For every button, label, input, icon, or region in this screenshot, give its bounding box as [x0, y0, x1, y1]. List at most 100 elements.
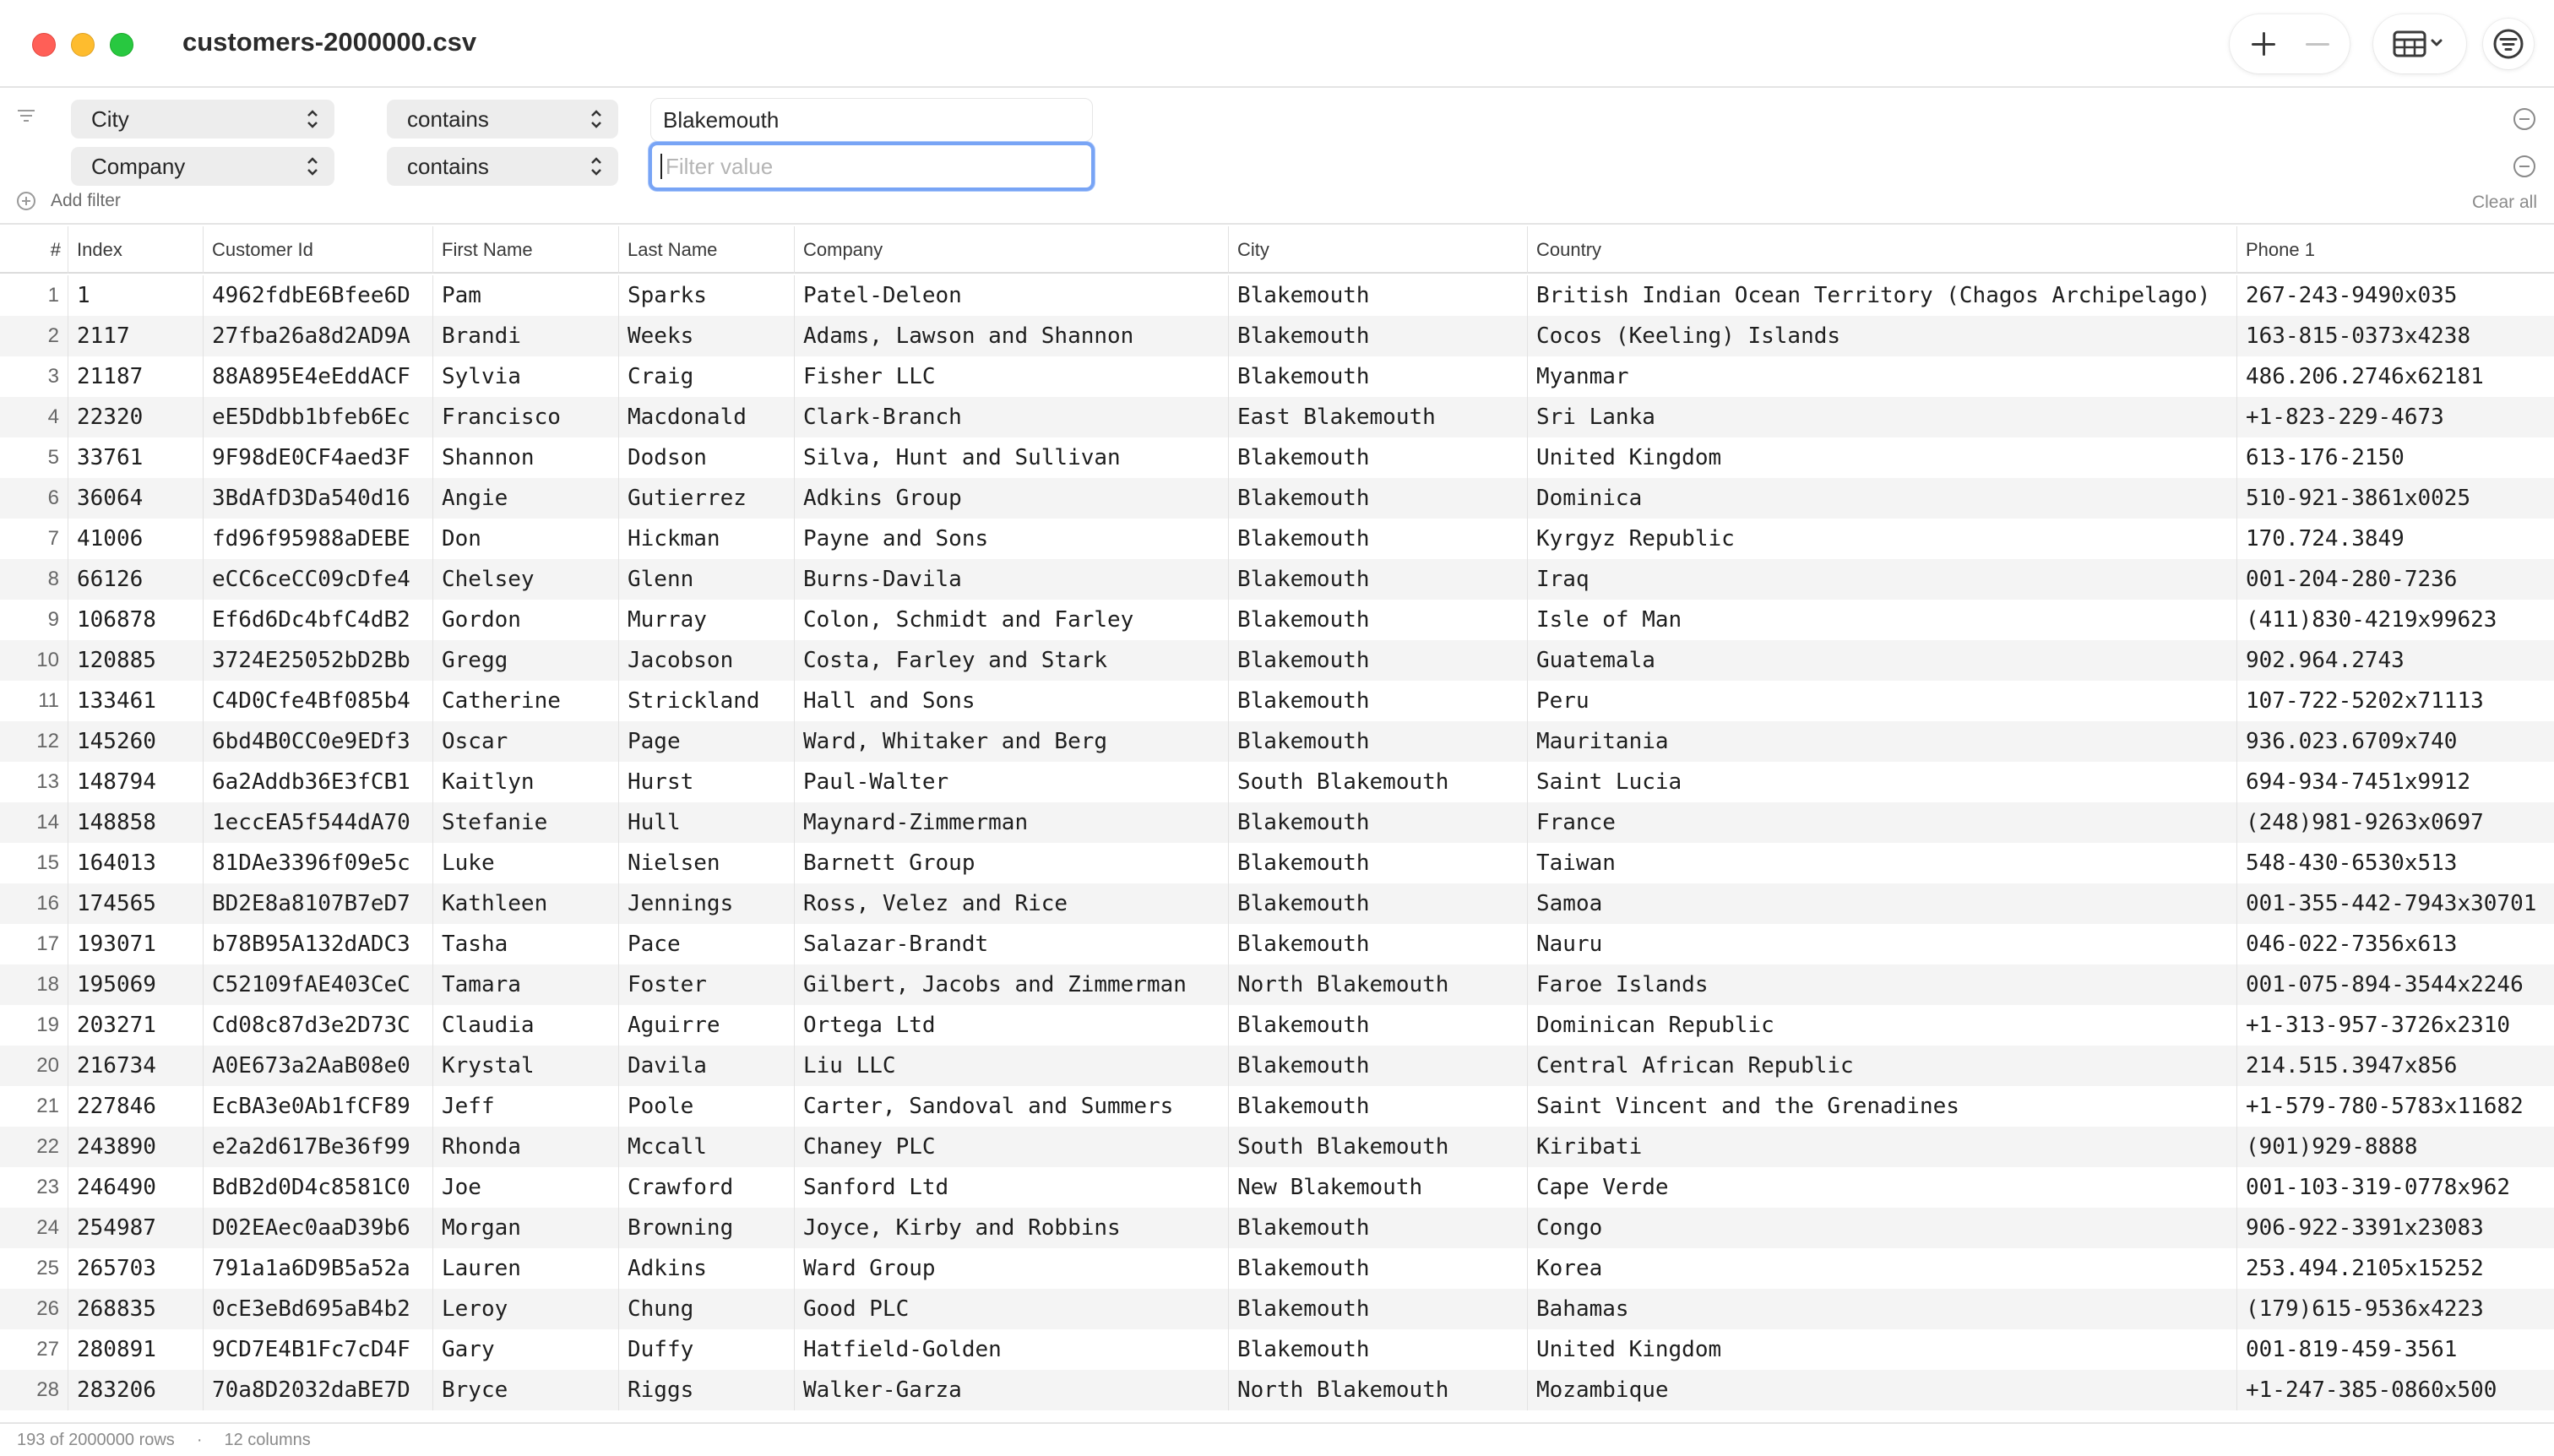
table-cell[interactable]: Maynard-Zimmerman	[794, 802, 1228, 843]
table-cell[interactable]: South Blakemouth	[1228, 1127, 1527, 1167]
table-cell[interactable]: Central African Republic	[1527, 1046, 2236, 1086]
table-cell[interactable]: Hatfield-Golden	[794, 1329, 1228, 1370]
table-row[interactable]: 6 36064 3BdAfD3Da540d16 Angie Gutierrez Adkin…	[0, 478, 2554, 519]
table-cell[interactable]: British Indian Ocean Territory (Chagos A…	[1527, 275, 2236, 316]
filter-1-operator-select[interactable]: contains	[387, 100, 618, 139]
table-cell[interactable]: Foster	[618, 964, 794, 1005]
table-cell[interactable]: Claudia	[432, 1005, 618, 1046]
table-cell[interactable]: eCC6ceCC09cDfe4	[203, 559, 432, 600]
table-cell[interactable]: Mauritania	[1527, 721, 2236, 762]
column-header[interactable]: Phone 1	[2236, 226, 2554, 274]
table-cell[interactable]: 001-819-459-3561	[2236, 1329, 2554, 1370]
table-cell[interactable]: 145260	[68, 721, 203, 762]
table-row[interactable]: 2 2117 27fba26a8d2AD9A Brandi Weeks Adams, La…	[0, 316, 2554, 356]
table-cell[interactable]: Paul-Walter	[794, 762, 1228, 802]
table-cell[interactable]: 265703	[68, 1248, 203, 1289]
table-row[interactable]: 13 148794 6a2Addb36E3fCB1 Kaitlyn Hurst Paul-…	[0, 762, 2554, 802]
table-cell[interactable]: Morgan	[432, 1208, 618, 1248]
table-cell[interactable]: C4D0Cfe4Bf085b4	[203, 681, 432, 721]
table-cell[interactable]: Oscar	[432, 721, 618, 762]
table-cell[interactable]: 164013	[68, 843, 203, 883]
table-row[interactable]: 3 21187 88A895E4eEddACF Sylvia Craig Fisher L…	[0, 356, 2554, 397]
table-cell[interactable]: Dominican Republic	[1527, 1005, 2236, 1046]
table-cell[interactable]: Jacobson	[618, 640, 794, 681]
table-cell[interactable]: 70a8D2032daBE7D	[203, 1370, 432, 1410]
table-cell[interactable]: C52109fAE403CeC	[203, 964, 432, 1005]
table-cell[interactable]: Kaitlyn	[432, 762, 618, 802]
column-header[interactable]: First Name	[432, 226, 618, 274]
table-cell[interactable]: Hall and Sons	[794, 681, 1228, 721]
table-cell[interactable]: 9F98dE0CF4aed3F	[203, 437, 432, 478]
table-cell[interactable]: 1eccEA5f544dA70	[203, 802, 432, 843]
table-cell[interactable]: 001-355-442-7943x30701	[2236, 883, 2554, 924]
table-cell[interactable]: Kiribati	[1527, 1127, 2236, 1167]
table-cell[interactable]: 001-204-280-7236	[2236, 559, 2554, 600]
table-cell[interactable]: Saint Lucia	[1527, 762, 2236, 802]
table-row[interactable]: 23 246490 BdB2d0D4c8581C0 Joe Crawford Sanfor…	[0, 1167, 2554, 1208]
table-cell[interactable]: Salazar-Brandt	[794, 924, 1228, 964]
table-cell[interactable]: 148858	[68, 802, 203, 843]
clear-all-button[interactable]: Clear all	[2472, 193, 2537, 213]
table-cell[interactable]: Francisco	[432, 397, 618, 437]
table-cell[interactable]: Blakemouth	[1228, 559, 1527, 600]
column-header[interactable]: #	[0, 226, 68, 274]
table-cell[interactable]: Duffy	[618, 1329, 794, 1370]
table-cell[interactable]: (248)981-9263x0697	[2236, 802, 2554, 843]
remove-filter-1-icon[interactable]	[2513, 108, 2535, 130]
table-cell[interactable]: Costa, Farley and Stark	[794, 640, 1228, 681]
column-header[interactable]: Customer Id	[203, 226, 432, 274]
table-cell[interactable]: Macdonald	[618, 397, 794, 437]
table-cell[interactable]: Dominica	[1527, 478, 2236, 519]
table-cell[interactable]: Aguirre	[618, 1005, 794, 1046]
table-cell[interactable]: fd96f95988aDEBE	[203, 519, 432, 559]
table-cell[interactable]: 267-243-9490x035	[2236, 275, 2554, 316]
table-cell[interactable]: 548-430-6530x513	[2236, 843, 2554, 883]
table-row[interactable]: 1 1 4962fdbE6Bfee6D Pam Sparks Patel-Deleon Bl…	[0, 275, 2554, 316]
table-cell[interactable]: Sri Lanka	[1527, 397, 2236, 437]
table-cell[interactable]: BdB2d0D4c8581C0	[203, 1167, 432, 1208]
filter-2-column-select[interactable]: Company	[71, 147, 334, 186]
table-cell[interactable]: 001-075-894-3544x2246	[2236, 964, 2554, 1005]
table-cell[interactable]: e2a2d617Be36f99	[203, 1127, 432, 1167]
table-cell[interactable]: 046-022-7356x613	[2236, 924, 2554, 964]
table-cell[interactable]: Blakemouth	[1228, 1329, 1527, 1370]
filter-1-column-select[interactable]: City	[71, 100, 334, 139]
table-cell[interactable]: eE5Ddbb1bfeb6Ec	[203, 397, 432, 437]
table-cell[interactable]: 268835	[68, 1289, 203, 1329]
table-cell[interactable]: Adkins	[618, 1248, 794, 1289]
table-cell[interactable]: Hull	[618, 802, 794, 843]
table-cell[interactable]: Browning	[618, 1208, 794, 1248]
table-cell[interactable]: United Kingdom	[1527, 1329, 2236, 1370]
table-cell[interactable]: 902.964.2743	[2236, 640, 2554, 681]
table-row[interactable]: 15 164013 81DAe3396f09e5c Luke Nielsen Barnet…	[0, 843, 2554, 883]
table-cell[interactable]: Poole	[618, 1086, 794, 1127]
table-cell[interactable]: Mozambique	[1527, 1370, 2236, 1410]
table-row[interactable]: 4 22320 eE5Ddbb1bfeb6Ec Francisco Macdonald C…	[0, 397, 2554, 437]
table-cell[interactable]: 6bd4B0CC0e9EDf3	[203, 721, 432, 762]
table-row[interactable]: 19 203271 Cd08c87d3e2D73C Claudia Aguirre Ort…	[0, 1005, 2554, 1046]
table-cell[interactable]: 195069	[68, 964, 203, 1005]
table-cell[interactable]: Krystal	[432, 1046, 618, 1086]
table-cell[interactable]: Congo	[1527, 1208, 2236, 1248]
table-cell[interactable]: Gordon	[432, 600, 618, 640]
table-row[interactable]: 16 174565 BD2E8a8107B7eD7 Kathleen Jennings R…	[0, 883, 2554, 924]
table-cell[interactable]: Blakemouth	[1228, 640, 1527, 681]
table-cell[interactable]: Cocos (Keeling) Islands	[1527, 316, 2236, 356]
table-cell[interactable]: North Blakemouth	[1228, 964, 1527, 1005]
table-cell[interactable]: Page	[618, 721, 794, 762]
table-cell[interactable]: Myanmar	[1527, 356, 2236, 397]
table-cell[interactable]: Blakemouth	[1228, 1086, 1527, 1127]
table-cell[interactable]: Ward, Whitaker and Berg	[794, 721, 1228, 762]
table-cell[interactable]: 88A895E4eEddACF	[203, 356, 432, 397]
table-cell[interactable]: 906-922-3391x23083	[2236, 1208, 2554, 1248]
table-cell[interactable]: A0E673a2AaB08e0	[203, 1046, 432, 1086]
table-row[interactable]: 28 283206 70a8D2032daBE7D Bryce Riggs Walker-…	[0, 1370, 2554, 1410]
table-cell[interactable]: 214.515.3947x856	[2236, 1046, 2554, 1086]
filter-2-operator-select[interactable]: contains	[387, 147, 618, 186]
table-cell[interactable]: Isle of Man	[1527, 600, 2236, 640]
table-cell[interactable]: Pam	[432, 275, 618, 316]
table-cell[interactable]: Good PLC	[794, 1289, 1228, 1329]
table-cell[interactable]: 486.206.2746x62181	[2236, 356, 2554, 397]
table-cell[interactable]: Blakemouth	[1228, 275, 1527, 316]
table-cell[interactable]: 254987	[68, 1208, 203, 1248]
